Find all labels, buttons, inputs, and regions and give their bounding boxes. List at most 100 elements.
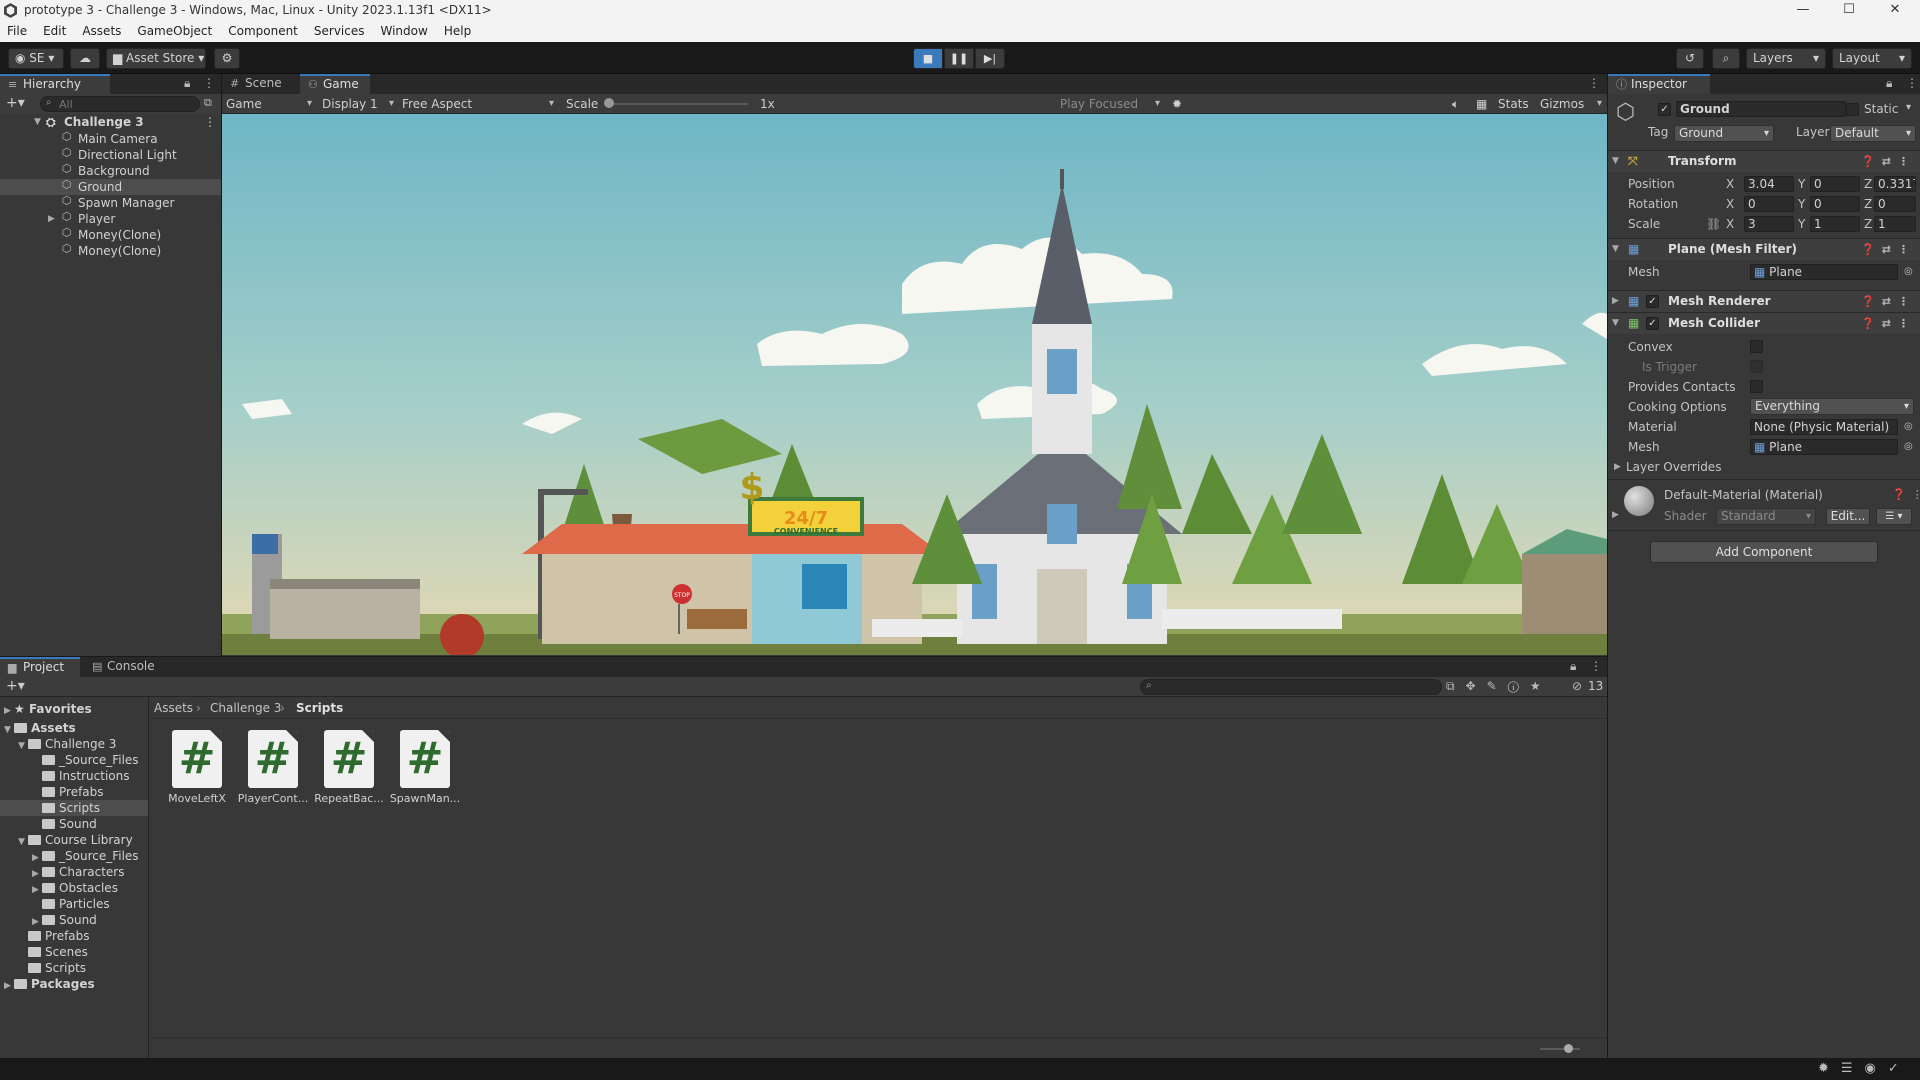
asset-store-button[interactable]: ▆ Asset Store ▾ <box>106 48 206 69</box>
menu-component[interactable]: Component <box>220 22 306 42</box>
shader-edit-button[interactable]: Edit... <box>1826 508 1870 525</box>
favorites-item[interactable]: ▶ ★ Favorites <box>0 701 92 717</box>
tab-game[interactable]: ⚇ Game <box>300 74 370 94</box>
mesh-collider-header[interactable]: ▼ ▦ ✓ Mesh Collider ❓⇄⋮ <box>1608 312 1920 334</box>
project-folder-item[interactable]: ▶ Packages <box>0 976 148 992</box>
component-header-icons[interactable]: ❓⇄⋮ <box>1861 151 1916 172</box>
physic-material-field[interactable]: None (Physic Material) <box>1750 419 1898 435</box>
layers-dropdown[interactable]: Layers ▾ <box>1746 48 1826 69</box>
scale-x-field[interactable]: 3 <box>1744 216 1794 232</box>
menu-help[interactable]: Help <box>436 22 479 42</box>
scale-z-field[interactable]: 1 <box>1874 216 1916 232</box>
project-folder-item[interactable]: Scripts <box>0 800 148 816</box>
active-checkbox[interactable]: ✓ <box>1658 103 1671 116</box>
layer-dropdown[interactable]: Default <box>1830 125 1916 142</box>
display-dropdown[interactable]: Display 1 <box>322 96 394 112</box>
menu-edit[interactable]: Edit <box>35 22 74 42</box>
minimize-button[interactable]: — <box>1780 0 1826 22</box>
account-button[interactable]: ◉ SE ▾ <box>8 48 64 69</box>
component-header-icons[interactable]: ❓⇄⋮ <box>1861 239 1916 260</box>
hierarchy-item[interactable]: ⬡ Spawn Manager <box>0 195 221 211</box>
scale-y-field[interactable]: 1 <box>1810 216 1860 232</box>
object-picker-icon[interactable]: ◎ <box>1904 418 1913 436</box>
add-icon[interactable]: +▾ <box>6 678 25 694</box>
material-header-icons[interactable]: ❓⋮ <box>1892 488 1920 501</box>
project-folder-item[interactable]: Sound <box>0 816 148 832</box>
chevron-down-icon[interactable]: ▾ <box>1906 102 1911 113</box>
tab-hierarchy[interactable]: ≡ Hierarchy <box>0 74 110 94</box>
tag-dropdown[interactable]: Ground <box>1674 125 1774 142</box>
project-folder-item[interactable]: ▶ Sound <box>0 912 148 928</box>
play-focused-dropdown[interactable]: Play Focused <box>1060 96 1160 112</box>
mesh-filter-mesh-field[interactable]: ▦ Plane <box>1750 264 1898 280</box>
project-folder-item[interactable]: ▶ _Source_Files <box>0 848 148 864</box>
component-header-icons[interactable]: ❓⇄⋮ <box>1861 313 1916 334</box>
expand-arrow-icon[interactable]: ▼ <box>34 113 41 131</box>
step-button[interactable]: ▶| <box>975 48 1005 69</box>
add-icon[interactable]: +▾ <box>6 95 25 111</box>
pause-button[interactable]: ❚❚ <box>944 48 974 69</box>
game-render-viewport[interactable]: 24/7 CONVENIENCE STOP $ $ <box>222 114 1607 655</box>
position-y-field[interactable]: 0 <box>1810 176 1860 192</box>
hierarchy-item[interactable]: ⬡ Directional Light <box>0 147 221 163</box>
hierarchy-search-input[interactable] <box>40 96 200 112</box>
asset-item[interactable]: # SpawnMan... <box>387 730 463 805</box>
expand-arrow-icon[interactable]: ▼ <box>1612 151 1619 172</box>
expand-arrow-icon[interactable]: ▼ <box>1612 239 1619 260</box>
expand-arrow-icon[interactable]: ▶ <box>1612 510 1619 520</box>
project-folder-item[interactable]: ▼ Course Library <box>0 832 148 848</box>
expand-arrow-icon[interactable]: ▶ <box>1614 458 1621 476</box>
hierarchy-item[interactable]: ⬡ Ground <box>0 179 221 195</box>
menu-services[interactable]: Services <box>306 22 373 42</box>
aspect-dropdown[interactable]: Free Aspect <box>402 96 554 112</box>
bug-icon[interactable]: ✹ <box>1172 96 1182 112</box>
mesh-renderer-enabled-checkbox[interactable]: ✓ <box>1646 295 1659 308</box>
project-folder-item[interactable]: Prefabs <box>0 928 148 944</box>
play-button[interactable]: ■ <box>913 48 943 69</box>
search-button[interactable]: ⌕ <box>1712 48 1740 69</box>
position-x-field[interactable]: 3.04 <box>1744 176 1794 192</box>
expand-arrow-icon[interactable]: ▶ <box>1612 291 1619 312</box>
project-folder-item[interactable]: _Source_Files <box>0 752 148 768</box>
add-component-button[interactable]: Add Component <box>1650 541 1878 563</box>
hierarchy-item[interactable]: ⬡ Money(Clone) <box>0 243 221 259</box>
position-z-field[interactable]: 0.3317 <box>1874 176 1916 192</box>
tab-scene[interactable]: # Scene <box>222 74 300 94</box>
static-checkbox[interactable] <box>1846 103 1859 116</box>
scale-slider[interactable] <box>608 103 748 105</box>
project-folder-item[interactable]: Scenes <box>0 944 148 960</box>
hierarchy-item[interactable]: ⬡ Money(Clone) <box>0 227 221 243</box>
menu-assets[interactable]: Assets <box>74 22 129 42</box>
lock-icon[interactable]: 🔒︎ <box>184 76 190 91</box>
tab-project[interactable]: ▆ Project <box>0 657 80 677</box>
mesh-collider-enabled-checkbox[interactable]: ✓ <box>1646 317 1659 330</box>
layer-overrides-foldout[interactable]: ▶ Layer Overrides <box>1608 458 1920 476</box>
rotation-y-field[interactable]: 0 <box>1810 196 1860 212</box>
component-header-icons[interactable]: ❓⇄⋮ <box>1861 291 1916 312</box>
shader-menu-button[interactable]: ☰ ▾ <box>1876 508 1912 525</box>
icon-size-slider[interactable] <box>1540 1048 1580 1050</box>
filter-icon[interactable]: ⧉ <box>204 96 212 110</box>
project-folder-item[interactable]: ▶ Obstacles <box>0 880 148 896</box>
menu-gameobject[interactable]: GameObject <box>129 22 220 42</box>
project-folder-item[interactable]: Scripts <box>0 960 148 976</box>
transform-header[interactable]: ▼ ⤧ Transform ❓⇄⋮ <box>1608 150 1920 172</box>
project-folder-item[interactable]: ▼ Assets <box>0 720 148 736</box>
scale-slider-handle[interactable] <box>604 98 614 108</box>
project-folder-item[interactable]: ▼ Challenge 3 <box>0 736 148 752</box>
icon-size-slider-handle[interactable] <box>1564 1044 1573 1053</box>
scene-root[interactable]: ▼ ⛭ Challenge 3 ⋮ <box>0 113 221 131</box>
menu-window[interactable]: Window <box>373 22 436 42</box>
hierarchy-item[interactable]: ▶ ⬡ Player <box>0 211 221 227</box>
object-picker-icon[interactable]: ◎ <box>1904 263 1913 281</box>
asset-item[interactable]: # PlayerCont... <box>235 730 311 805</box>
project-folder-item[interactable]: Particles <box>0 896 148 912</box>
history-button[interactable]: ↺ <box>1676 48 1704 69</box>
convex-checkbox[interactable] <box>1750 340 1763 353</box>
status-icons[interactable]: ✹☰◉✓ <box>1818 1061 1911 1076</box>
shader-dropdown[interactable]: Standard <box>1716 508 1816 525</box>
mesh-renderer-header[interactable]: ▶ ▦ ✓ Mesh Renderer ❓⇄⋮ <box>1608 290 1920 312</box>
mesh-filter-header[interactable]: ▼ ▦ Plane (Mesh Filter) ❓⇄⋮ <box>1608 238 1920 260</box>
cooking-options-dropdown[interactable]: Everything <box>1750 398 1914 415</box>
project-folder-item[interactable]: Prefabs <box>0 784 148 800</box>
